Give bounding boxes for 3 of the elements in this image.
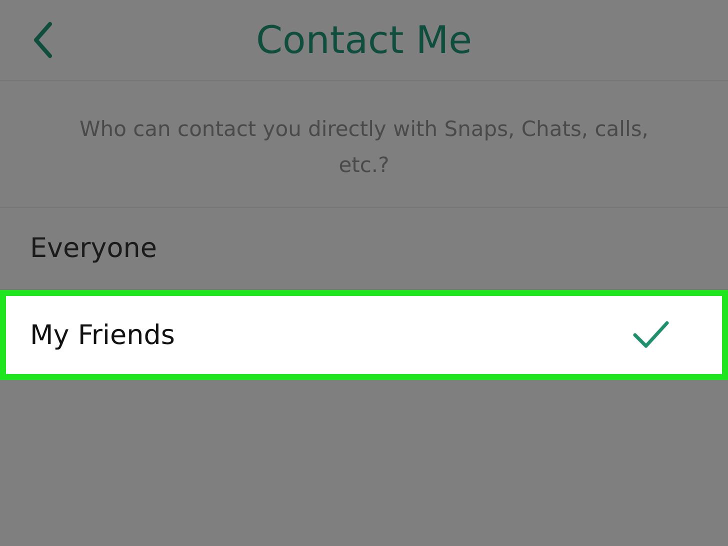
screen-title: Contact Me <box>256 18 472 62</box>
checkmark-icon <box>632 320 670 350</box>
option-row[interactable]: My Friends <box>0 290 728 380</box>
